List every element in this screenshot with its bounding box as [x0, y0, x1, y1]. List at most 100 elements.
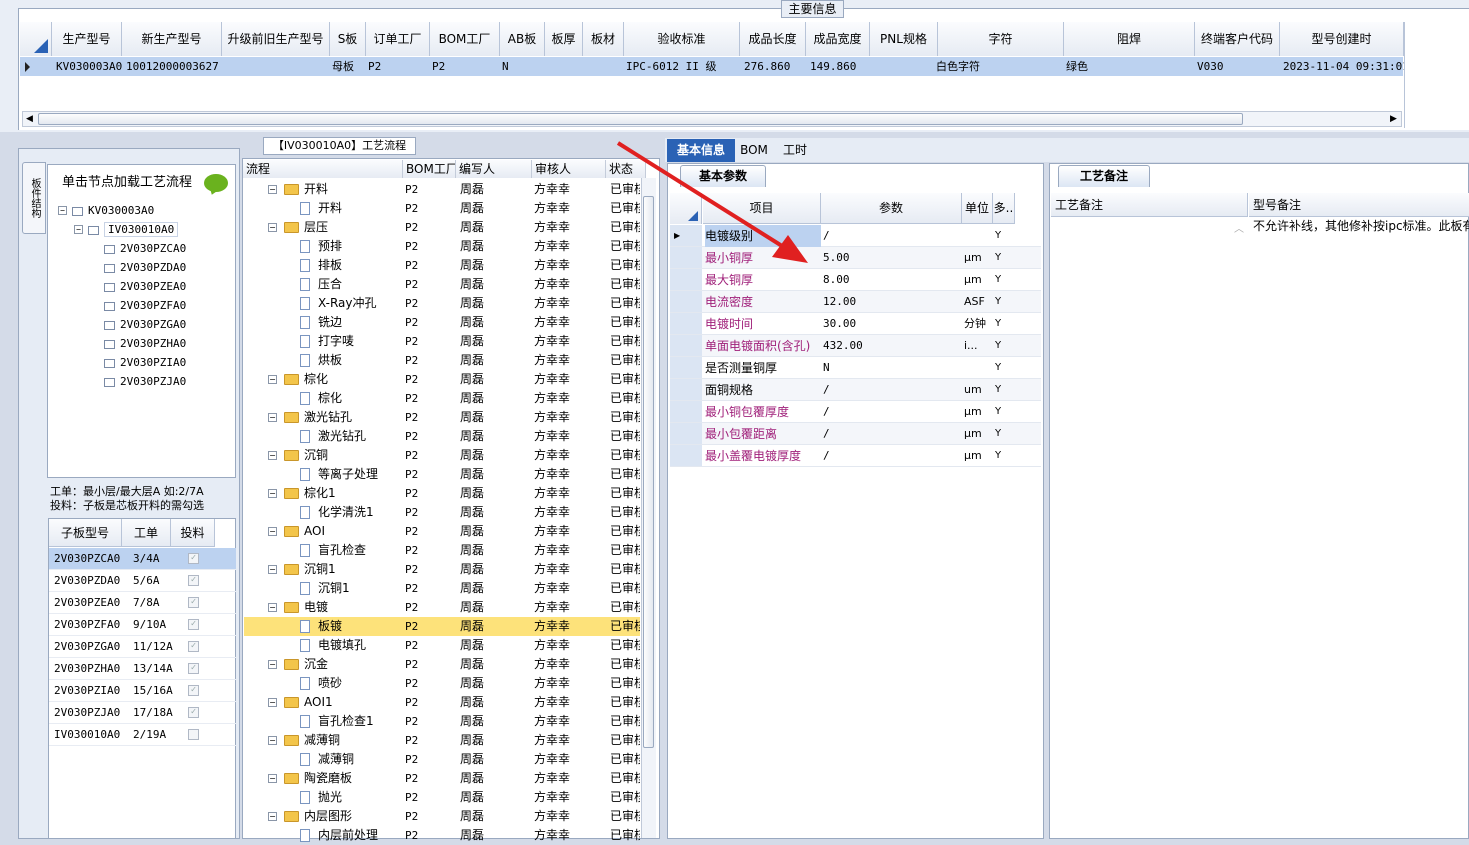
column-header[interactable]: 成品长度 — [740, 22, 806, 56]
feed-checkbox[interactable]: ✓ — [188, 597, 199, 608]
column-header[interactable]: 订单工厂 — [366, 22, 430, 56]
process-row[interactable]: − 激光钻孔 P2 周磊 方幸幸 已审核 — [244, 408, 640, 427]
collapse-icon[interactable]: − — [268, 375, 277, 384]
tree-node[interactable]: − IV030010A0 — [74, 221, 179, 239]
process-row[interactable]: 减薄铜 P2 周磊 方幸幸 已审核 — [244, 750, 640, 769]
column-header[interactable]: 字符 — [938, 22, 1064, 56]
param-row[interactable]: 面铜规格 / um Y — [670, 379, 1041, 401]
feed-checkbox[interactable]: ✓ — [188, 641, 199, 652]
feed-checkbox[interactable]: ✓ — [188, 575, 199, 586]
collapse-icon[interactable]: − — [268, 527, 277, 536]
param-row[interactable]: 是否测量铜厚 N Y — [670, 357, 1041, 379]
column-header[interactable]: 终端客户代码 — [1195, 22, 1280, 56]
param-value[interactable]: / — [823, 423, 830, 445]
column-header[interactable]: 板材 — [583, 22, 624, 56]
process-row[interactable]: 压合 P2 周磊 方幸幸 已审核 — [244, 275, 640, 294]
process-row[interactable]: 预排P2周磊方幸幸已审核 — [244, 237, 640, 256]
column-header[interactable]: 成品宽度 — [806, 22, 870, 56]
child-row[interactable]: 2V030PZEA0 7/8A ✓ — [49, 592, 236, 614]
process-row[interactable]: 铣边 P2 周磊 方幸幸 已审核 — [244, 313, 640, 332]
collapse-icon[interactable]: − — [268, 698, 277, 707]
collapse-icon[interactable]: − — [268, 413, 277, 422]
tab-process-remarks[interactable]: 工艺备注 — [1058, 165, 1150, 187]
tree-node[interactable]: 2V030PZCA0 — [104, 240, 186, 258]
model-remark-text[interactable]: 不允许补线，其他修补按ipc标准。此板有 — [1250, 217, 1469, 237]
process-row[interactable]: 排板P2周磊方幸幸已审核 — [244, 256, 640, 275]
column-header[interactable]: 阻焊 — [1064, 22, 1195, 56]
process-row[interactable]: − 沉铜1 P2 周磊 方幸幸 已审核 — [244, 560, 640, 579]
column-header[interactable]: S板 — [330, 22, 366, 56]
process-row[interactable]: − 内层图形 P2 周磊 方幸幸 已审核 — [244, 807, 640, 826]
child-row[interactable]: 2V030PZFA0 9/10A ✓ — [49, 614, 236, 636]
process-row[interactable]: − AOI P2 周磊 方幸幸 已审核 — [244, 522, 640, 541]
tree-node[interactable]: 2V030PZDA0 — [104, 259, 186, 277]
process-row[interactable]: 盲孔检查 P2 周磊 方幸幸 已审核 — [244, 541, 640, 560]
cell-new-model[interactable]: 10012000003627 — [126, 57, 219, 76]
feed-checkbox[interactable]: ✓ — [188, 707, 199, 718]
process-row[interactable]: −层压P2周磊方幸幸已审核 — [244, 218, 640, 237]
chat-bubble-icon[interactable] — [204, 174, 228, 192]
collapse-icon[interactable]: − — [268, 565, 277, 574]
cell-prod-model[interactable]: KV030003A0 — [56, 57, 122, 76]
param-row[interactable]: 最小铜包覆厚度 / μm Y — [670, 401, 1041, 423]
feed-checkbox[interactable]: ✓ — [188, 663, 199, 674]
param-value[interactable]: / — [823, 379, 830, 401]
scroll-up-icon[interactable]: ︿ — [1234, 220, 1244, 235]
collapse-icon[interactable]: − — [268, 223, 277, 232]
feed-checkbox[interactable]: ✓ — [188, 619, 199, 630]
cell-ab-board[interactable]: N — [502, 57, 509, 76]
collapse-icon[interactable]: − — [58, 206, 67, 215]
child-row[interactable]: IV030010A0 2/19A — [49, 724, 236, 746]
child-row[interactable]: 2V030PZJA0 17/18A ✓ — [49, 702, 236, 724]
process-row[interactable]: − 棕化 P2 周磊 方幸幸 已审核 — [244, 370, 640, 389]
cell-width[interactable]: 149.860 — [810, 57, 856, 76]
collapse-icon[interactable]: − — [268, 489, 277, 498]
child-row[interactable]: 2V030PZCA0 3/4A ✓ — [49, 548, 236, 570]
process-row[interactable]: 开料P2周磊方幸幸已审核 — [244, 199, 640, 218]
param-row[interactable]: 电流密度 12.00 ASF Y — [670, 291, 1041, 313]
child-column-header[interactable]: 子板型号 — [49, 519, 122, 547]
child-column-header[interactable]: 投料 — [171, 519, 215, 547]
process-row[interactable]: − 减薄铜 P2 周磊 方幸幸 已审核 — [244, 731, 640, 750]
param-value[interactable]: N — [823, 357, 830, 379]
child-row[interactable]: 2V030PZIA0 15/16A ✓ — [49, 680, 236, 702]
param-row[interactable]: 最小盖覆电镀厚度 / μm Y — [670, 445, 1041, 467]
process-row[interactable]: −开料P2周磊方幸幸已审核 — [244, 180, 640, 199]
process-column-header[interactable]: 审核人 — [532, 160, 606, 178]
cell-created[interactable]: 2023-11-04 09:31:01 — [1283, 57, 1409, 76]
feed-checkbox[interactable]: ✓ — [188, 553, 199, 564]
process-row[interactable]: 喷砂 P2 周磊 方幸幸 已审核 — [244, 674, 640, 693]
process-row[interactable]: 打字唛 P2 周磊 方幸幸 已审核 — [244, 332, 640, 351]
cell-client[interactable]: V030 — [1197, 57, 1224, 76]
cell-s-board[interactable]: 母板 — [332, 57, 354, 76]
process-row[interactable]: 抛光 P2 周磊 方幸幸 已审核 — [244, 788, 640, 807]
column-header[interactable]: 验收标准 — [624, 22, 740, 56]
cell-solder[interactable]: 绿色 — [1066, 57, 1088, 76]
cell-bom-factory[interactable]: P2 — [432, 57, 445, 76]
process-row[interactable]: 棕化 P2 周磊 方幸幸 已审核 — [244, 389, 640, 408]
tree-node[interactable]: 2V030PZEA0 — [104, 278, 186, 296]
tree-node[interactable]: − KV030003A0 — [58, 202, 154, 220]
scroll-right-icon[interactable]: ▶ — [1390, 114, 1397, 124]
process-row[interactable]: 板镀 P2 周磊 方幸幸 已审核 — [244, 617, 640, 636]
column-header[interactable]: 升级前旧生产型号 — [222, 22, 330, 56]
tree-node[interactable]: 2V030PZHA0 — [104, 335, 186, 353]
column-header[interactable]: 新生产型号 — [122, 22, 222, 56]
process-row[interactable]: X-Ray冲孔 P2 周磊 方幸幸 已审核 — [244, 294, 640, 313]
param-row[interactable]: 最小包覆距离 / μm Y — [670, 423, 1041, 445]
collapse-icon[interactable]: − — [268, 774, 277, 783]
tree-node[interactable]: 2V030PZJA0 — [104, 373, 186, 391]
column-header[interactable]: 板厚 — [545, 22, 583, 56]
child-column-header[interactable]: 工单 — [122, 519, 171, 547]
collapse-icon[interactable]: − — [268, 812, 277, 821]
collapse-icon[interactable]: − — [268, 603, 277, 612]
process-row[interactable]: − 陶瓷磨板 P2 周磊 方幸幸 已审核 — [244, 769, 640, 788]
tree-node[interactable]: 2V030PZFA0 — [104, 297, 186, 315]
collapse-icon[interactable]: − — [268, 736, 277, 745]
process-row[interactable]: 化学清洗1 P2 周磊 方幸幸 已审核 — [244, 503, 640, 522]
collapse-icon[interactable]: − — [268, 185, 277, 194]
process-row[interactable]: − 沉铜 P2 周磊 方幸幸 已审核 — [244, 446, 640, 465]
collapse-icon[interactable]: − — [74, 225, 83, 234]
cell-char[interactable]: 白色字符 — [936, 57, 980, 76]
child-row[interactable]: 2V030PZDA0 5/6A ✓ — [49, 570, 236, 592]
